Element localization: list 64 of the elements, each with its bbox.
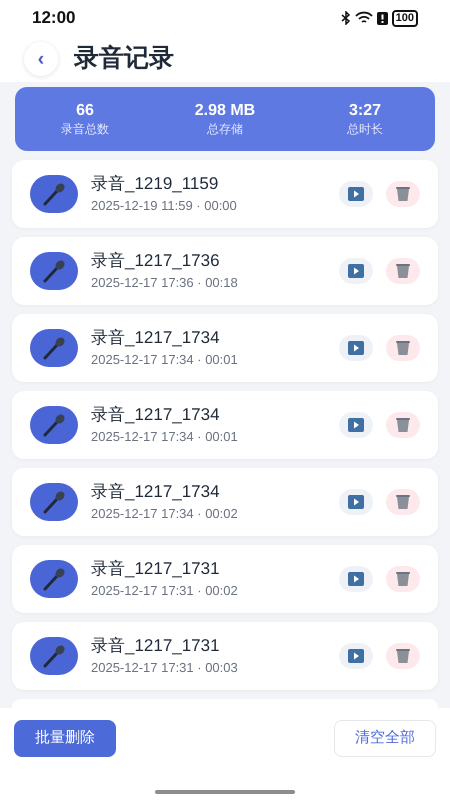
- play-button[interactable]: [339, 643, 373, 669]
- batch-delete-button[interactable]: 批量删除: [14, 720, 116, 757]
- play-icon: [348, 264, 364, 278]
- play-icon: [348, 495, 364, 509]
- delete-button[interactable]: [386, 489, 420, 515]
- delete-button[interactable]: [386, 566, 420, 592]
- play-button[interactable]: [339, 181, 373, 207]
- play-button[interactable]: [339, 412, 373, 438]
- play-icon: [348, 187, 364, 201]
- trash-icon: [396, 340, 410, 356]
- recording-meta: 2025-12-17 17:34 · 00:01: [91, 428, 239, 446]
- play-icon: [348, 341, 364, 355]
- recording-name: 录音_1217_1734: [91, 481, 221, 503]
- stat-value: 3:27: [348, 101, 382, 121]
- recording-card[interactable]: 录音_1217_1736 2025-12-17 17:36 · 00:18: [12, 237, 438, 305]
- delete-button[interactable]: [386, 258, 420, 284]
- trash-icon: [396, 263, 410, 279]
- recording-meta: 2025-12-19 11:59 · 00:00: [91, 197, 238, 215]
- stat-value: 2.98 MB: [194, 101, 256, 121]
- recording-card[interactable]: 录音_1217_1734 2025-12-17 17:34 · 00:01: [12, 391, 438, 459]
- recording-meta: 2025-12-17 17:31 · 00:03: [91, 659, 239, 677]
- play-button[interactable]: [339, 489, 373, 515]
- recording-meta: 2025-12-17 17:34 · 00:02: [91, 505, 239, 523]
- stat-label: 总存储: [207, 121, 243, 137]
- clear-all-button[interactable]: 清空全部: [334, 720, 436, 757]
- back-button[interactable]: ‹: [24, 42, 58, 76]
- delete-button[interactable]: [386, 181, 420, 207]
- play-icon: [348, 418, 364, 432]
- recording-name: 录音_1217_1734: [91, 404, 221, 426]
- play-button[interactable]: [339, 258, 373, 284]
- play-icon: [348, 649, 364, 663]
- trash-icon: [396, 571, 410, 587]
- recording-name: 录音_1219_1159: [91, 173, 220, 195]
- wifi-icon: [354, 11, 373, 25]
- alert-icon: [376, 12, 388, 24]
- recording-card[interactable]: 录音_1219_1159 2025-12-19 11:59 · 00:00: [12, 160, 438, 228]
- play-button[interactable]: [339, 335, 373, 361]
- trash-icon: [396, 186, 410, 202]
- recording-name: 录音_1217_1736: [91, 250, 221, 272]
- recording-name: 录音_1217_1731: [91, 558, 221, 580]
- recording-card[interactable]: 录音_1217_1731 2025-12-17 17:31 · 00:02: [12, 545, 438, 613]
- recording-meta: 2025-12-17 17:34 · 00:01: [91, 351, 239, 369]
- recording-meta: 2025-12-17 17:36 · 00:18: [91, 274, 239, 292]
- trash-icon: [396, 648, 410, 664]
- delete-button[interactable]: [386, 412, 420, 438]
- delete-button[interactable]: [386, 335, 420, 361]
- trash-icon: [396, 494, 410, 510]
- stat-value: 66: [76, 101, 94, 121]
- status-time: 12:00: [32, 7, 76, 30]
- recording-meta: 2025-12-17 17:31 · 00:02: [91, 582, 239, 600]
- trash-icon: [396, 417, 410, 433]
- battery-indicator: 100: [392, 10, 418, 26]
- recording-card[interactable]: 录音_1217_1734 2025-12-17 17:34 · 00:02: [12, 468, 438, 536]
- recording-card[interactable]: 录音_1217_1734 2025-12-17 17:34 · 00:01: [12, 314, 438, 382]
- play-icon: [348, 572, 364, 586]
- delete-button[interactable]: [386, 643, 420, 669]
- bluetooth-icon: [340, 11, 351, 25]
- play-button[interactable]: [339, 566, 373, 592]
- recording-name: 录音_1217_1734: [91, 327, 221, 349]
- recording-name: 录音_1217_1731: [91, 635, 221, 657]
- page-title: 录音记录: [74, 43, 174, 74]
- stat-label: 录音总数: [61, 121, 109, 137]
- stat-label: 总时长: [347, 121, 383, 137]
- recording-card[interactable]: 录音_1217_1731 2025-12-17 17:31 · 00:03: [12, 622, 438, 690]
